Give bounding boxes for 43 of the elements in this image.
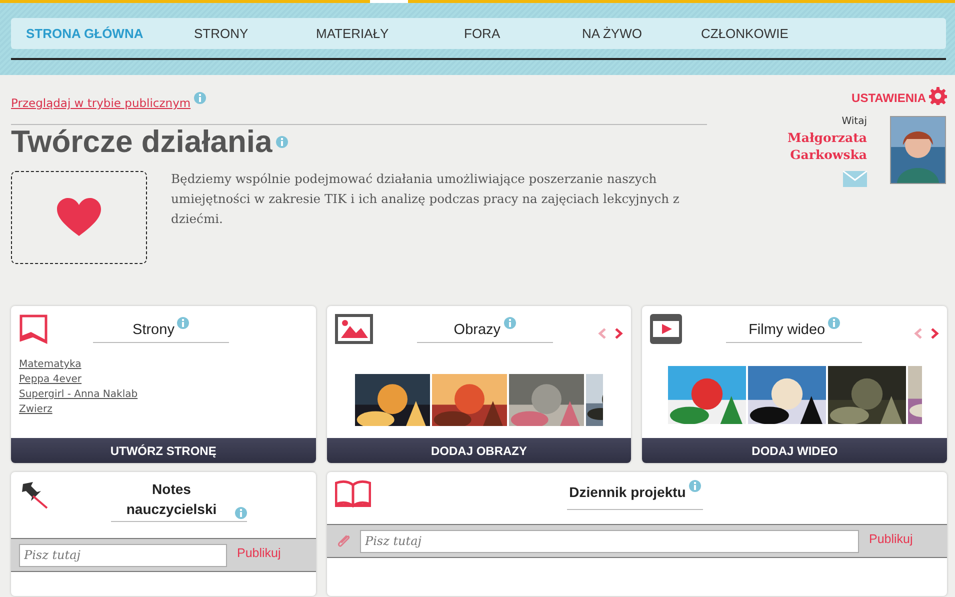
add-button[interactable]: UTWÓRZ STRONĘ [11,438,316,463]
image-icon [334,314,373,344]
nav-tab[interactable]: MATERIAŁY [316,26,464,41]
avatar[interactable] [890,116,946,184]
next-icon[interactable] [615,328,624,339]
nav-tab[interactable]: NA ŻYWO [582,26,701,41]
heart-image-placeholder[interactable] [11,171,147,264]
card-title: Dziennik projektu [569,484,686,500]
card-title: Notes nauczycielski [125,480,218,519]
nav-tab[interactable]: CZŁONKOWIE [701,26,788,41]
page-link[interactable]: Matematyka [19,359,308,370]
user-name-link[interactable]: Małgorzata Garkowska [787,129,867,163]
description: Będziemy wspólnie podejmować działania umożliwiające poszerzanie naszych umiejętności w zakresie TIK i ich analizę podczas pracy na zajęciach lekcyjnych z dziećmi. [171,171,680,228]
nav-tab[interactable]: FORA [464,26,582,41]
info-icon[interactable] [177,317,190,329]
input-field[interactable]: Pisz tutaj [360,530,859,552]
nav-tab[interactable]: STRONY [194,26,316,41]
page-link[interactable]: Peppa 4ever [19,374,308,385]
page-icon [19,314,49,344]
add-button[interactable]: DODAJ WIDEO [642,438,948,463]
info-icon[interactable] [194,92,206,104]
card-title: Filmy wideo [748,322,826,338]
pushpin-icon [19,480,49,510]
info-icon[interactable] [276,136,288,148]
page-title: Twórcze działania [11,125,272,159]
info-icon[interactable] [828,317,840,329]
add-button[interactable]: DODAJ OBRAZY [326,438,632,463]
page-link[interactable]: Zwierz [19,404,308,415]
page-link[interactable]: Supergirl - Anna Naklab [19,389,308,400]
input-field[interactable]: Pisz tutaj [19,544,227,566]
settings-link[interactable]: USTAWIENIA [852,91,926,105]
settings-icon[interactable] [929,87,947,105]
next-icon[interactable] [931,328,940,339]
info-icon[interactable] [504,317,516,329]
video-icon [650,314,682,344]
greeting: Witaj [842,116,867,127]
info-icon[interactable] [688,480,701,492]
card-title: Strony [132,322,174,338]
heart-icon [57,198,101,238]
book-icon [335,480,371,508]
card-title: Obrazy [454,322,501,338]
info-icon[interactable] [235,507,247,519]
public-view-link[interactable]: Przeglądaj w trybie publicznym [11,96,191,110]
